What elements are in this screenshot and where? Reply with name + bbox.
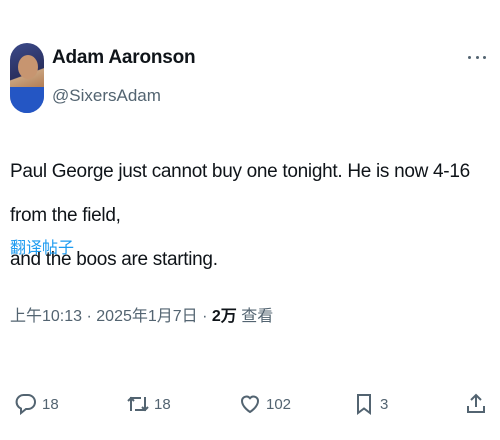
bookmark-button[interactable]: 3 xyxy=(352,386,388,422)
tweet-time[interactable]: 上午10:13 xyxy=(10,308,82,325)
meta-separator: · xyxy=(82,308,97,325)
retweet-icon xyxy=(127,396,149,412)
share-button[interactable] xyxy=(464,386,488,422)
retweet-button[interactable]: 18 xyxy=(126,386,171,422)
views-label: 查看 xyxy=(236,308,274,325)
tweet-card: Adam Aaronson @SixersAdam Paul George ju… xyxy=(0,0,500,440)
avatar[interactable] xyxy=(10,43,44,113)
bookmark-count: 3 xyxy=(380,395,389,413)
more-dot xyxy=(475,55,479,59)
tweet-text: Paul George just cannot buy one tonight.… xyxy=(10,150,494,282)
avatar-shirt xyxy=(10,87,44,113)
translate-post-link[interactable]: 翻译帖子 xyxy=(10,234,74,258)
tweet-metadata: 上午10:13 · 2025年1月7日 · 2万 查看 xyxy=(10,302,273,326)
more-options-icon[interactable] xyxy=(468,52,486,62)
more-dot xyxy=(468,55,471,59)
tweet-date[interactable]: 2025年1月7日 xyxy=(96,308,197,325)
reply-icon xyxy=(15,394,36,416)
share-icon xyxy=(467,393,485,413)
action-bar: 18 18 102 3 xyxy=(0,386,500,422)
bookmark-icon xyxy=(357,394,371,415)
author-display-name[interactable]: Adam Aaronson xyxy=(52,47,196,69)
like-button[interactable]: 102 xyxy=(238,386,291,422)
tweet-text-line: and the boos are starting. xyxy=(10,249,218,270)
meta-separator: · xyxy=(197,308,212,325)
avatar-face xyxy=(18,55,38,79)
heart-icon xyxy=(240,395,260,414)
author-handle[interactable]: @SixersAdam xyxy=(52,86,161,106)
reply-count: 18 xyxy=(42,395,59,413)
reply-button[interactable]: 18 xyxy=(14,386,59,422)
like-count: 102 xyxy=(266,395,292,413)
more-dot xyxy=(483,55,486,59)
tweet-text-line: Paul George just cannot buy one tonight.… xyxy=(10,161,470,226)
views-count[interactable]: 2万 xyxy=(212,308,237,325)
retweet-count: 18 xyxy=(154,395,171,413)
